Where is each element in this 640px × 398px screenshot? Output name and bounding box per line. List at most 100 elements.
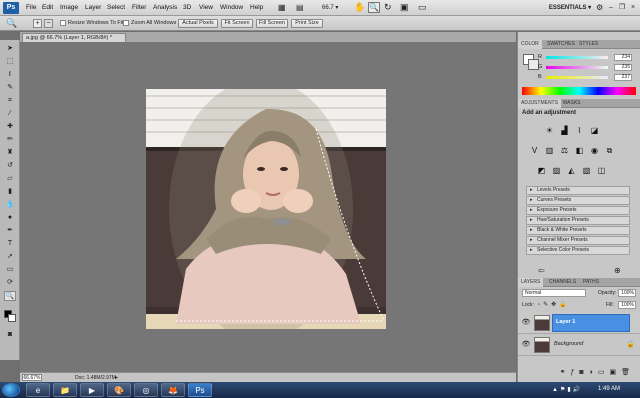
mini-bridge-icon[interactable]: ▤	[296, 3, 304, 12]
layer-row-layer-1[interactable]: 👁 Layer 1	[518, 312, 640, 334]
return-to-list-icon[interactable]: ⇦	[538, 266, 545, 275]
gradient-tool-icon[interactable]: ▮	[4, 187, 16, 197]
vibrance-icon[interactable]: V	[529, 146, 540, 156]
exposure-icon[interactable]: ◪	[589, 126, 600, 136]
taskbar-ie-icon[interactable]: e	[26, 383, 50, 397]
curves-icon[interactable]: ⌇	[574, 126, 585, 136]
tab-paths[interactable]: PATHS	[580, 278, 602, 287]
blue-slider[interactable]	[546, 76, 608, 79]
threshold-icon[interactable]: ◭	[566, 166, 577, 176]
menu-filter[interactable]: Filter	[132, 4, 146, 11]
screen-mode-icon[interactable]: ▭	[418, 2, 427, 13]
tab-channels[interactable]: CHANNELS	[546, 278, 579, 287]
crop-tool-icon[interactable]: ⌗	[4, 96, 16, 106]
taskbar-photoshop-icon[interactable]: Ps	[188, 383, 212, 397]
taskbar-chrome-icon[interactable]: ◎	[134, 383, 158, 397]
preset-exposure[interactable]: Exposure Presets	[526, 206, 630, 215]
tab-masks[interactable]: MASKS	[560, 99, 584, 108]
healing-brush-icon[interactable]: ✚	[4, 122, 16, 132]
menu-select[interactable]: Select	[107, 4, 125, 11]
rotate-view-icon[interactable]: ↻	[384, 2, 392, 13]
green-value-field[interactable]: 235	[614, 64, 632, 71]
system-tray-icons[interactable]: ▲⚑▮🔊	[552, 386, 582, 393]
blue-value-field[interactable]: 237	[614, 74, 632, 81]
preset-channel-mixer[interactable]: Channel Mixer Presets	[526, 236, 630, 245]
eye-icon[interactable]: 👁	[521, 340, 531, 350]
layer-name[interactable]: Background	[554, 341, 583, 347]
brush-tool-icon[interactable]: ✏	[4, 135, 16, 145]
posterize-icon[interactable]: ▨	[551, 166, 562, 176]
path-selection-icon[interactable]: ➚	[4, 252, 16, 262]
layer-name[interactable]: Layer 1	[556, 319, 575, 325]
preset-black-white[interactable]: Black & White Presets	[526, 226, 630, 235]
shape-tool-icon[interactable]: ▭	[4, 265, 16, 275]
menu-window[interactable]: Window	[220, 4, 243, 11]
arrange-documents-icon[interactable]: ▣	[400, 2, 409, 13]
color-spectrum-bar[interactable]	[522, 87, 636, 95]
red-slider[interactable]	[546, 56, 608, 59]
menu-edit[interactable]: Edit	[42, 4, 53, 11]
fit-screen-button[interactable]: Fit Screen	[221, 19, 253, 28]
eyedropper-tool-icon[interactable]: ⁄	[4, 109, 16, 119]
color-balance-icon[interactable]: ⚖	[559, 146, 570, 156]
3d-rotate-icon[interactable]: ⟳	[4, 278, 16, 288]
quick-mask-icon[interactable]: ◙	[4, 330, 16, 340]
tab-styles[interactable]: STYLES	[576, 40, 601, 49]
menu-view[interactable]: View	[199, 4, 213, 11]
clone-stamp-icon[interactable]: ♜	[4, 148, 16, 158]
quick-selection-icon[interactable]: ✎	[4, 83, 16, 93]
tab-color[interactable]: COLOR	[518, 40, 542, 49]
zoom-all-checkbox[interactable]	[123, 20, 129, 26]
move-tool-icon[interactable]: ➤	[4, 44, 16, 54]
zoom-in-icon[interactable]: +	[33, 19, 42, 28]
brightness-contrast-icon[interactable]: ☀	[544, 126, 555, 136]
dodge-tool-icon[interactable]: ●	[4, 213, 16, 223]
menu-file[interactable]: File	[26, 4, 36, 11]
layers-footer-icons[interactable]: ⚭ƒ◙◑▭▣🗑	[518, 366, 640, 380]
invert-icon[interactable]: ◩	[536, 166, 547, 176]
marquee-tool-icon[interactable]: ⬚	[4, 57, 16, 67]
preset-selective-color[interactable]: Selective Color Presets	[526, 246, 630, 255]
opacity-field[interactable]: 100%	[618, 289, 636, 297]
gradient-map-icon[interactable]: ▧	[581, 166, 592, 176]
start-button[interactable]	[2, 383, 20, 397]
fill-screen-button[interactable]: Fill Screen	[256, 19, 288, 28]
lock-icons[interactable]: ▫✎✥🔒	[538, 301, 570, 308]
menu-3d[interactable]: 3D	[183, 4, 191, 11]
zoom-tool-icon[interactable]: 🔍	[368, 2, 380, 13]
history-brush-icon[interactable]: ↺	[4, 161, 16, 171]
levels-icon[interactable]: ▟	[559, 126, 570, 136]
tab-adjustments[interactable]: ADJUSTMENTS	[518, 99, 561, 108]
zoom-out-icon[interactable]: −	[44, 19, 53, 28]
type-tool-icon[interactable]: T	[4, 239, 16, 249]
green-slider[interactable]	[546, 66, 608, 69]
menu-analysis[interactable]: Analysis	[153, 4, 177, 11]
hand-tool-icon[interactable]: ✋	[354, 2, 365, 13]
menu-image[interactable]: Image	[60, 4, 78, 11]
close-icon[interactable]: ×	[628, 3, 638, 12]
minimize-icon[interactable]: –	[606, 3, 616, 12]
actual-pixels-button[interactable]: Actual Pixels	[178, 19, 218, 28]
fill-field[interactable]: 100%	[618, 301, 636, 309]
workspace-switcher[interactable]: ESSENTIALS ▾	[548, 3, 592, 13]
eraser-tool-icon[interactable]: ▱	[4, 174, 16, 184]
taskbar-firefox-icon[interactable]: 🦊	[161, 383, 185, 397]
restore-icon[interactable]: ❐	[617, 3, 627, 12]
taskbar-media-icon[interactable]: ▶	[80, 383, 104, 397]
taskbar-clock[interactable]: 1:49 AM	[598, 386, 620, 392]
document-size-info[interactable]: Doc: 1.48M/2.97M	[75, 375, 116, 381]
zoom-level-menu[interactable]: 66.7 ▾	[322, 4, 338, 11]
zoom-preset-icon[interactable]: 🔍	[6, 18, 17, 29]
zoom-tool-active-icon[interactable]: 🔍	[4, 291, 16, 301]
layer-row-background[interactable]: 👁 Background 🔒	[518, 334, 640, 356]
pen-tool-icon[interactable]: ✒	[4, 226, 16, 236]
red-value-field[interactable]: 234	[614, 54, 632, 61]
blur-tool-icon[interactable]: 💧	[4, 200, 16, 210]
resize-windows-checkbox[interactable]	[60, 20, 66, 26]
bridge-icon[interactable]: ▦	[278, 3, 286, 12]
preset-hue-saturation[interactable]: Hue/Saturation Presets	[526, 216, 630, 225]
print-size-button[interactable]: Print Size	[291, 19, 323, 28]
preset-levels[interactable]: Levels Presets	[526, 186, 630, 195]
channel-mixer-icon[interactable]: ⧉	[604, 146, 615, 156]
taskbar-paint-icon[interactable]: 🎨	[107, 383, 131, 397]
